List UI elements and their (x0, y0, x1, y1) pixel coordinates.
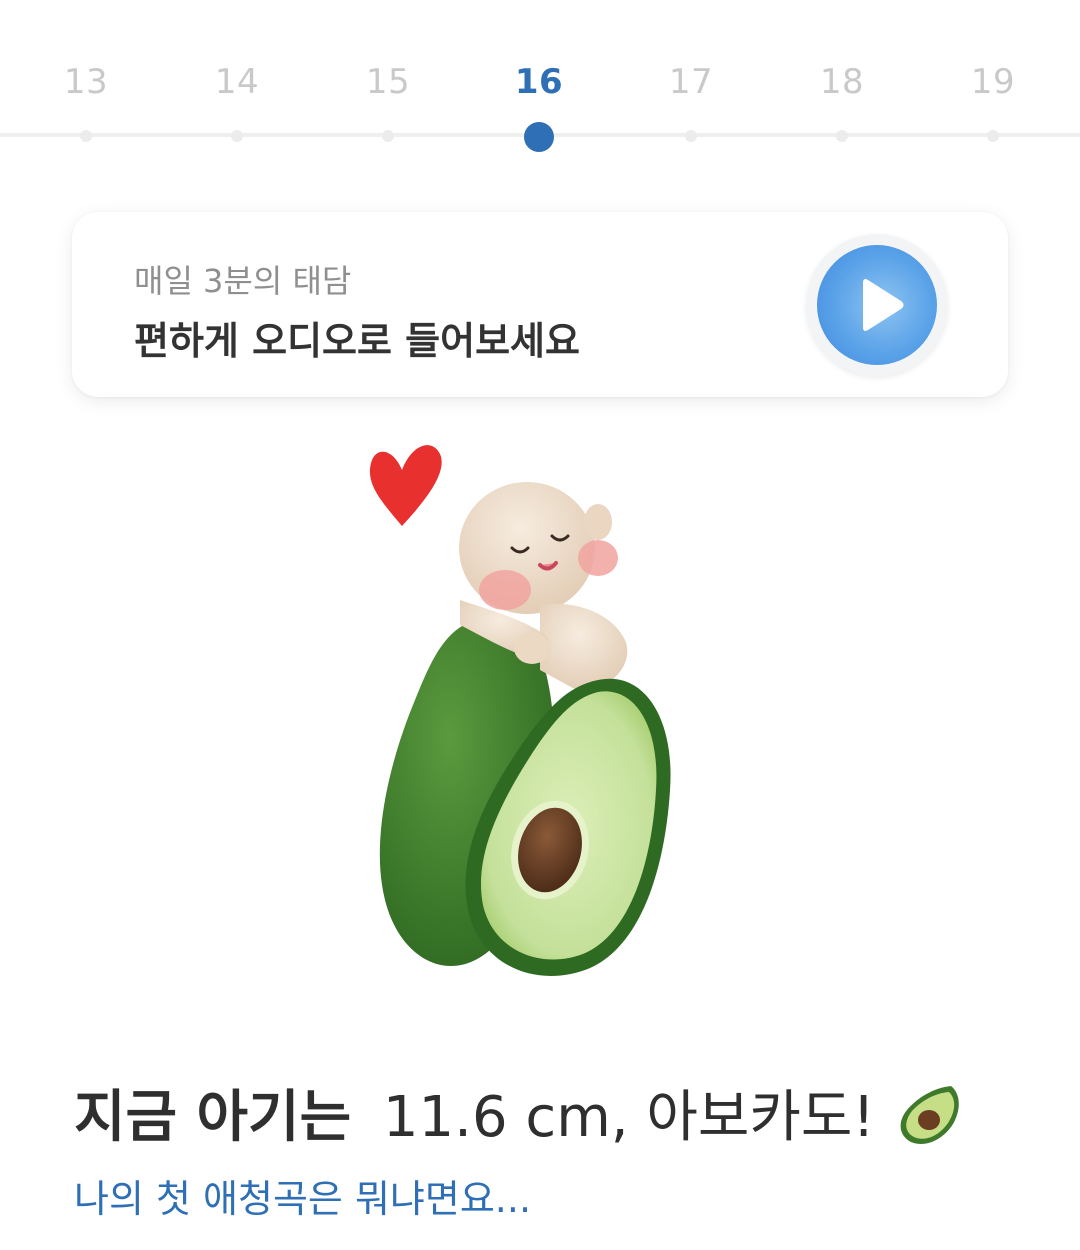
play-icon (863, 279, 904, 331)
baby-size-headline: 지금 아기는 11.6 cm, 아보카도! (74, 1078, 965, 1158)
week-number: 17 (668, 62, 714, 102)
week-dot (382, 130, 394, 142)
avocado-icon (895, 1080, 965, 1150)
week-dot-selected (524, 122, 554, 152)
week-dot (80, 130, 92, 142)
week-14[interactable]: 14 (187, 58, 287, 142)
week-selector: 13 14 15 16 17 18 19 (0, 0, 1080, 170)
week-number: 19 (970, 62, 1016, 102)
headline-detail: 11.6 cm, 아보카도! (382, 1085, 875, 1150)
audio-card-subtitle: 매일 3분의 태담 (134, 262, 352, 300)
week-dot (836, 130, 848, 142)
headline-lead: 지금 아기는 (74, 1085, 352, 1150)
week-detail-screen: 13 14 15 16 17 18 19 매일 3분의 태담 편하게 오디오로 … (0, 0, 1080, 1250)
heart-icon (369, 445, 442, 526)
baby-avocado-illustration (340, 430, 720, 990)
week-number: 14 (214, 62, 260, 102)
first-favorite-song-link[interactable]: 나의 첫 애청곡은 뭐냐면요... (74, 1172, 531, 1226)
week-number: 15 (365, 62, 411, 102)
week-15[interactable]: 15 (338, 58, 438, 142)
week-19[interactable]: 19 (943, 58, 1043, 142)
audio-talk-card[interactable]: 매일 3분의 태담 편하게 오디오로 들어보세요 (72, 212, 1008, 397)
play-button-circle (817, 245, 937, 365)
week-number: 13 (63, 62, 109, 102)
week-number: 18 (819, 62, 865, 102)
week-dot (987, 130, 999, 142)
week-13[interactable]: 13 (36, 58, 136, 142)
week-16-selected[interactable]: 16 (489, 58, 589, 152)
week-dot (231, 130, 243, 142)
week-dot (685, 130, 697, 142)
play-button[interactable] (806, 234, 948, 376)
week-17[interactable]: 17 (641, 58, 741, 142)
week-18[interactable]: 18 (792, 58, 892, 142)
audio-card-title: 편하게 오디오로 들어보세요 (134, 319, 580, 363)
week-number: 16 (514, 62, 564, 102)
